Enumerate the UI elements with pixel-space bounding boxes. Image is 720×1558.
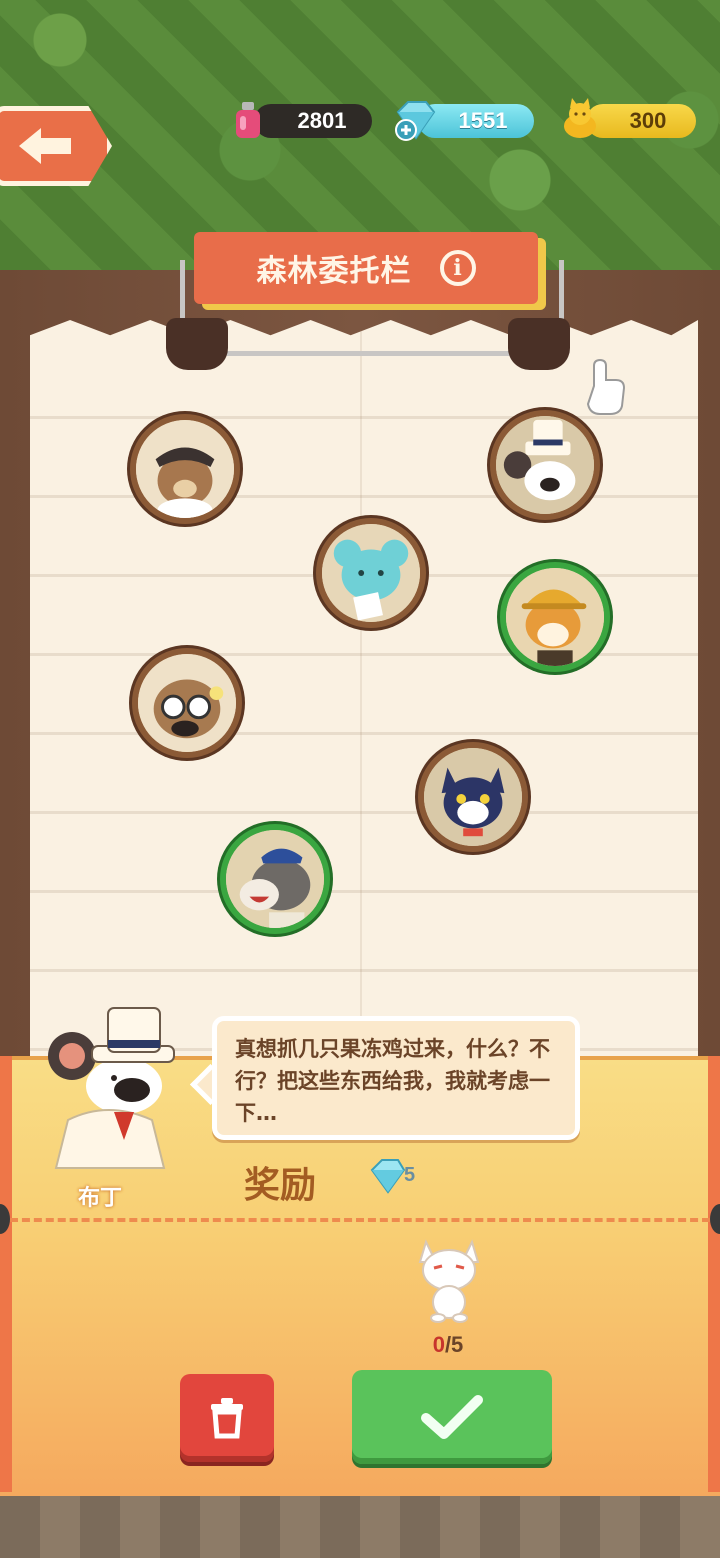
panel-divider bbox=[10, 1218, 710, 1222]
panel-border-right bbox=[708, 1056, 720, 1492]
shiba-avatar-icon bbox=[506, 568, 604, 666]
client-mouse-top-hat[interactable] bbox=[490, 410, 600, 520]
gem-amount: 1551 bbox=[458, 108, 508, 133]
item-progress: 0/5 bbox=[418, 1332, 478, 1358]
info-button[interactable]: i bbox=[439, 250, 476, 286]
clip-left-holder bbox=[166, 318, 228, 370]
dialog-text: 真想抓几只果冻鸡过来，什么？不行？把这些东西给我，我就考虑一下… bbox=[235, 1037, 550, 1125]
paper-fold bbox=[360, 330, 362, 1060]
reward-gem-amount: 5 bbox=[404, 1164, 416, 1186]
gold-amount: 300 bbox=[629, 108, 667, 133]
game-world-background-bottom bbox=[0, 1490, 720, 1558]
delete-request-button[interactable] bbox=[180, 1374, 274, 1462]
owl-avatar-icon bbox=[138, 654, 236, 752]
confirm-button[interactable] bbox=[352, 1370, 552, 1464]
ink-bottle-icon bbox=[236, 102, 260, 138]
clip-right-holder bbox=[508, 318, 570, 370]
client-donkey[interactable] bbox=[220, 824, 330, 934]
black-cat-avatar-icon bbox=[424, 748, 522, 846]
ink-amount: 2801 bbox=[297, 108, 347, 133]
gold-cat-icon bbox=[564, 98, 596, 138]
npc-name: 布丁 bbox=[77, 1186, 122, 1211]
commission-paper bbox=[30, 320, 698, 1080]
required-item-white-cat[interactable] bbox=[412, 1234, 486, 1324]
client-bear[interactable] bbox=[130, 414, 240, 524]
ink-counter: 2801 bbox=[254, 104, 372, 138]
back-button[interactable] bbox=[0, 106, 112, 186]
koala-avatar-icon bbox=[322, 524, 420, 622]
trash-icon bbox=[211, 1398, 243, 1439]
npc-mouse-portrait bbox=[48, 1007, 175, 1169]
item-progress-current: 0 bbox=[432, 1332, 445, 1357]
client-owl-glasses[interactable] bbox=[132, 648, 242, 758]
client-shiba-explorer[interactable] bbox=[500, 562, 610, 672]
gem-icon bbox=[370, 1159, 406, 1194]
title-banner: 森林委托栏 i bbox=[194, 232, 538, 304]
page-title: 森林委托栏 bbox=[256, 254, 412, 289]
checkmark-icon bbox=[421, 1395, 483, 1439]
gem-add-icon[interactable] bbox=[392, 98, 438, 142]
bear-avatar-icon bbox=[136, 420, 234, 518]
panel-border-left bbox=[0, 1056, 12, 1492]
tap-hand-icon bbox=[586, 358, 626, 415]
mouse-avatar-icon bbox=[496, 416, 594, 514]
donkey-avatar-icon bbox=[226, 830, 324, 928]
reward-label: 奖励 bbox=[244, 1165, 317, 1206]
client-black-cat[interactable] bbox=[418, 742, 528, 852]
dialog-bubble: 真想抓几只果冻鸡过来，什么？不行？把这些东西给我，我就考虑一下… bbox=[212, 1016, 580, 1140]
back-arrow-icon bbox=[19, 128, 71, 164]
item-progress-total: /5 bbox=[444, 1332, 464, 1357]
client-blue-koala[interactable] bbox=[316, 518, 426, 628]
